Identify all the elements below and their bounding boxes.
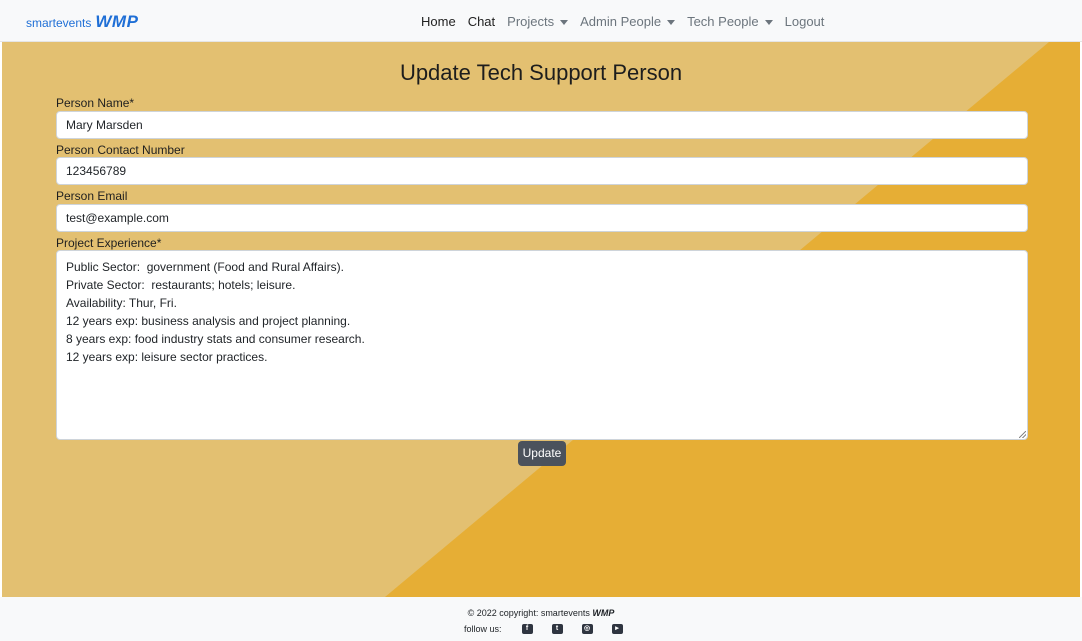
footer: © 2022 copyright: smartevents WMP follow… [0,597,1082,641]
resize-handle[interactable] [1019,431,1026,438]
experience-line: 12 years exp: business analysis and proj… [66,314,351,328]
nav-logout[interactable]: Logout [785,14,825,29]
nav-admin-people-label: Admin People [580,13,662,29]
nav-home[interactable]: Home [421,14,456,29]
email-field[interactable]: test@example.com [56,204,1028,232]
nav-projects-label: Projects [507,13,555,29]
brand-logo[interactable]: smartevents WMP [26,12,138,32]
main-nav: Home Chat Projects Admin People Tech Peo… [421,0,836,42]
brand-big-text: WMP [95,12,139,31]
project-experience-textarea[interactable]: Public Sector: government (Food and Rura… [56,250,1028,440]
contact-number-label: Person Contact Number [56,143,185,157]
experience-line: Availability: Thur, Fri. [66,296,177,310]
nav-chat[interactable]: Chat [468,14,495,29]
brand-small-text: smartevents [26,16,92,30]
instagram-icon[interactable]: ◎ [581,624,593,634]
nav-projects-dropdown[interactable]: Projects [507,13,569,29]
contact-number-field[interactable]: 123456789 [56,157,1028,185]
person-name-label: Person Name* [56,96,135,110]
nav-tech-people-dropdown[interactable]: Tech People [687,14,773,29]
youtube-icon[interactable]: ▸ [611,624,623,634]
chevron-down-icon [560,19,569,25]
email-label: Person Email [56,189,128,203]
social-links: follow us: f t ◎ ▸ [464,624,623,634]
navbar: smartevents WMP Home Chat Projects Admin… [0,0,1082,42]
chevron-down-icon [764,19,773,25]
project-experience-label: Project Experience* [56,236,162,250]
footer-brand: WMP [592,608,615,618]
page-title: Update Tech Support Person [399,60,683,85]
chevron-down-icon [667,19,676,25]
experience-line: 12 years exp: leisure sector practices. [66,350,268,364]
experience-line: Public Sector: government (Food and Rura… [66,260,344,274]
nav-admin-people-dropdown[interactable]: Admin People [580,13,676,29]
nav-tech-people-label: Tech People [687,13,759,29]
update-button[interactable]: Update [518,441,566,466]
follow-us-label: follow us: [464,624,502,634]
person-name-field[interactable]: Mary Marsden [56,111,1028,139]
twitter-icon[interactable]: t [551,624,563,634]
experience-line: 8 years exp: food industry stats and con… [66,332,365,346]
copyright-label: © 2022 copyright: smartevents [467,608,590,618]
main-content: Update Tech Support Person Person Name* … [2,42,1080,597]
facebook-icon[interactable]: f [521,624,533,634]
copyright-text: © 2022 copyright: smartevents WMP [0,608,1082,618]
experience-line: Private Sector: restaurants; hotels; lei… [66,278,296,292]
